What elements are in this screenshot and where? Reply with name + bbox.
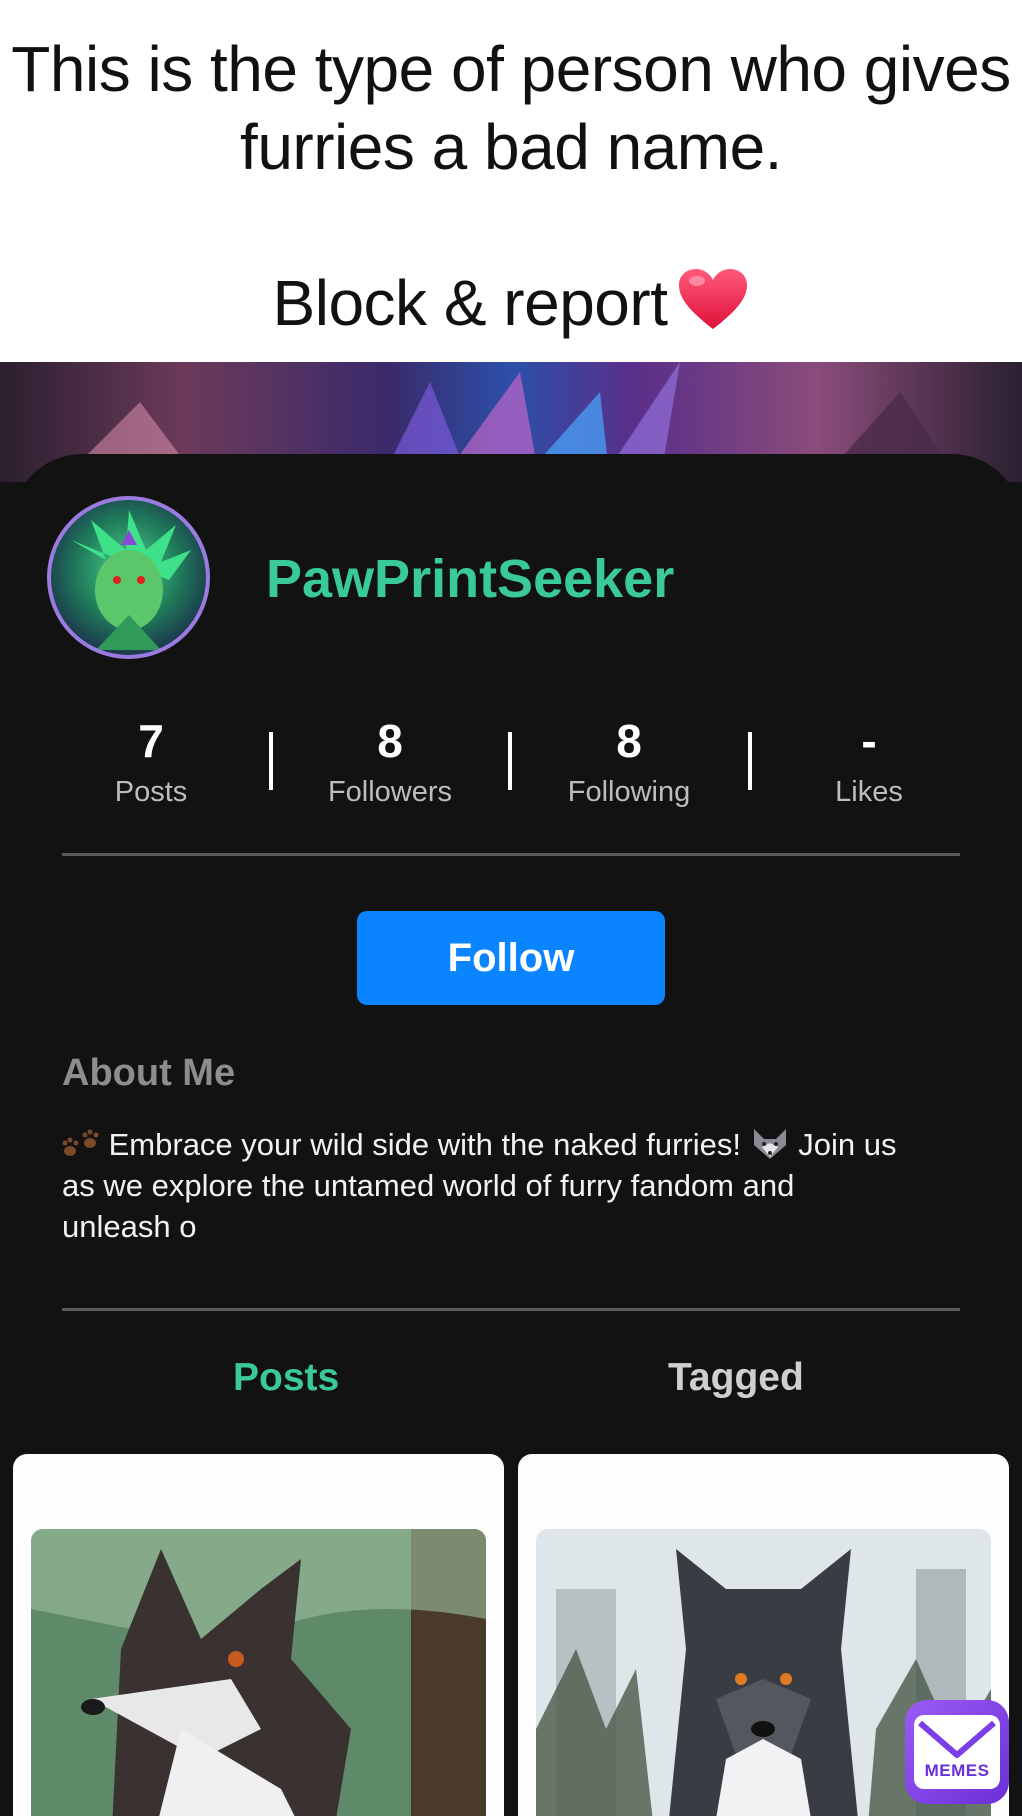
caption-line-3-text: Block & report	[272, 267, 668, 339]
stat-likes-value: -	[861, 715, 877, 767]
stat-likes[interactable]: - Likes	[749, 713, 989, 811]
caption-line-3: Block & report	[0, 264, 1022, 342]
divider	[62, 853, 960, 856]
caption-line-1: This is the type of person who gives	[11, 33, 1011, 105]
paw-prints-icon	[62, 1129, 99, 1156]
stat-posts[interactable]: 7 Posts	[31, 713, 271, 811]
stat-followers[interactable]: 8 Followers	[270, 713, 510, 811]
envelope: MEMES	[914, 1715, 1000, 1789]
stat-following-value: 8	[616, 715, 642, 767]
divider	[62, 1308, 960, 1311]
stat-following[interactable]: 8 Following	[509, 713, 749, 811]
envelope-flap	[918, 1720, 996, 1758]
post-image	[31, 1529, 486, 1816]
stat-followers-label: Followers	[327, 776, 453, 808]
about-text: Embrace your wild side with the naked fu…	[62, 1124, 962, 1247]
tab-tagged[interactable]: Tagged	[668, 1356, 804, 1400]
about-line-3: unleash o	[62, 1209, 197, 1244]
stat-separator	[269, 732, 273, 790]
tab-posts[interactable]: Posts	[233, 1356, 339, 1400]
stat-separator	[748, 732, 752, 790]
post-card[interactable]	[13, 1454, 504, 1816]
wolf-face-icon	[753, 1129, 786, 1159]
stat-posts-label: Posts	[114, 776, 188, 808]
about-line-2: as we explore the untamed world of furry…	[62, 1168, 795, 1203]
about-line-1: Embrace your wild side with the naked fu…	[108, 1127, 741, 1162]
stat-followers-value: 8	[377, 715, 403, 767]
stat-following-label: Following	[567, 776, 691, 808]
username: PawPrintSeeker	[266, 549, 675, 609]
memes-envelope-icon: MEMES	[905, 1700, 1009, 1804]
stat-separator	[508, 732, 512, 790]
caption-line-2: furries a bad name.	[240, 111, 782, 183]
avatar[interactable]	[47, 496, 210, 659]
heart-icon	[679, 269, 748, 329]
about-line-1b: Join us	[798, 1127, 897, 1162]
stat-posts-value: 7	[138, 715, 164, 767]
avatar-image	[71, 510, 191, 650]
follow-button[interactable]: Follow	[357, 911, 665, 1005]
meme-caption: This is the type of person who gives fur…	[0, 0, 1022, 362]
about-title: About Me	[62, 1052, 236, 1094]
stat-likes-label: Likes	[835, 776, 903, 808]
